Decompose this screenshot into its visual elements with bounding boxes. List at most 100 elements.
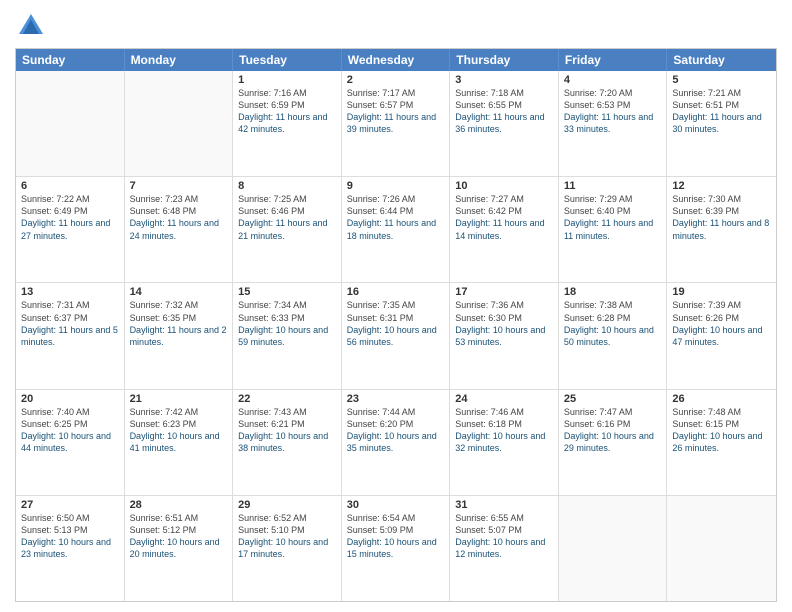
calendar-row: 20Sunrise: 7:40 AMSunset: 6:25 PMDayligh…	[16, 389, 776, 495]
cell-info: Sunrise: 7:25 AMSunset: 6:46 PMDaylight:…	[238, 193, 336, 242]
day-number: 8	[238, 180, 336, 192]
calendar-cell: 29Sunrise: 6:52 AMSunset: 5:10 PMDayligh…	[233, 496, 342, 601]
logo-icon	[15, 10, 47, 42]
day-number: 7	[130, 180, 228, 192]
cell-info: Sunrise: 7:30 AMSunset: 6:39 PMDaylight:…	[672, 193, 771, 242]
day-number: 15	[238, 286, 336, 298]
calendar-cell: 21Sunrise: 7:42 AMSunset: 6:23 PMDayligh…	[125, 390, 234, 495]
cell-info: Sunrise: 6:54 AMSunset: 5:09 PMDaylight:…	[347, 512, 445, 561]
calendar-header-cell: Sunday	[16, 49, 125, 71]
calendar: SundayMondayTuesdayWednesdayThursdayFrid…	[15, 48, 777, 602]
cell-info: Sunrise: 6:55 AMSunset: 5:07 PMDaylight:…	[455, 512, 553, 561]
calendar-cell	[16, 71, 125, 176]
cell-info: Sunrise: 7:47 AMSunset: 6:16 PMDaylight:…	[564, 406, 662, 455]
calendar-header-cell: Tuesday	[233, 49, 342, 71]
day-number: 2	[347, 74, 445, 86]
cell-info: Sunrise: 7:46 AMSunset: 6:18 PMDaylight:…	[455, 406, 553, 455]
calendar-cell: 17Sunrise: 7:36 AMSunset: 6:30 PMDayligh…	[450, 283, 559, 388]
calendar-cell: 1Sunrise: 7:16 AMSunset: 6:59 PMDaylight…	[233, 71, 342, 176]
cell-info: Sunrise: 7:16 AMSunset: 6:59 PMDaylight:…	[238, 87, 336, 136]
calendar-row: 1Sunrise: 7:16 AMSunset: 6:59 PMDaylight…	[16, 71, 776, 176]
day-number: 3	[455, 74, 553, 86]
day-number: 28	[130, 499, 228, 511]
day-number: 5	[672, 74, 771, 86]
cell-info: Sunrise: 7:40 AMSunset: 6:25 PMDaylight:…	[21, 406, 119, 455]
calendar-header-cell: Friday	[559, 49, 668, 71]
calendar-cell	[559, 496, 668, 601]
calendar-cell: 18Sunrise: 7:38 AMSunset: 6:28 PMDayligh…	[559, 283, 668, 388]
cell-info: Sunrise: 7:31 AMSunset: 6:37 PMDaylight:…	[21, 299, 119, 348]
calendar-cell	[125, 71, 234, 176]
cell-info: Sunrise: 7:43 AMSunset: 6:21 PMDaylight:…	[238, 406, 336, 455]
cell-info: Sunrise: 7:36 AMSunset: 6:30 PMDaylight:…	[455, 299, 553, 348]
calendar-cell: 23Sunrise: 7:44 AMSunset: 6:20 PMDayligh…	[342, 390, 451, 495]
day-number: 25	[564, 393, 662, 405]
calendar-cell: 12Sunrise: 7:30 AMSunset: 6:39 PMDayligh…	[667, 177, 776, 282]
day-number: 26	[672, 393, 771, 405]
day-number: 20	[21, 393, 119, 405]
logo	[15, 10, 51, 42]
cell-info: Sunrise: 7:38 AMSunset: 6:28 PMDaylight:…	[564, 299, 662, 348]
calendar-cell: 14Sunrise: 7:32 AMSunset: 6:35 PMDayligh…	[125, 283, 234, 388]
day-number: 21	[130, 393, 228, 405]
calendar-row: 6Sunrise: 7:22 AMSunset: 6:49 PMDaylight…	[16, 176, 776, 282]
day-number: 12	[672, 180, 771, 192]
calendar-cell: 25Sunrise: 7:47 AMSunset: 6:16 PMDayligh…	[559, 390, 668, 495]
cell-info: Sunrise: 7:23 AMSunset: 6:48 PMDaylight:…	[130, 193, 228, 242]
cell-info: Sunrise: 7:27 AMSunset: 6:42 PMDaylight:…	[455, 193, 553, 242]
calendar-cell: 2Sunrise: 7:17 AMSunset: 6:57 PMDaylight…	[342, 71, 451, 176]
calendar-cell: 30Sunrise: 6:54 AMSunset: 5:09 PMDayligh…	[342, 496, 451, 601]
cell-info: Sunrise: 7:20 AMSunset: 6:53 PMDaylight:…	[564, 87, 662, 136]
calendar-cell: 27Sunrise: 6:50 AMSunset: 5:13 PMDayligh…	[16, 496, 125, 601]
calendar-cell: 8Sunrise: 7:25 AMSunset: 6:46 PMDaylight…	[233, 177, 342, 282]
cell-info: Sunrise: 6:52 AMSunset: 5:10 PMDaylight:…	[238, 512, 336, 561]
calendar-cell: 5Sunrise: 7:21 AMSunset: 6:51 PMDaylight…	[667, 71, 776, 176]
cell-info: Sunrise: 7:44 AMSunset: 6:20 PMDaylight:…	[347, 406, 445, 455]
day-number: 14	[130, 286, 228, 298]
cell-info: Sunrise: 7:18 AMSunset: 6:55 PMDaylight:…	[455, 87, 553, 136]
calendar-header-cell: Saturday	[667, 49, 776, 71]
calendar-cell: 7Sunrise: 7:23 AMSunset: 6:48 PMDaylight…	[125, 177, 234, 282]
calendar-cell: 19Sunrise: 7:39 AMSunset: 6:26 PMDayligh…	[667, 283, 776, 388]
header	[15, 10, 777, 42]
calendar-cell	[667, 496, 776, 601]
calendar-header-cell: Thursday	[450, 49, 559, 71]
day-number: 6	[21, 180, 119, 192]
calendar-cell: 11Sunrise: 7:29 AMSunset: 6:40 PMDayligh…	[559, 177, 668, 282]
cell-info: Sunrise: 7:39 AMSunset: 6:26 PMDaylight:…	[672, 299, 771, 348]
day-number: 30	[347, 499, 445, 511]
cell-info: Sunrise: 7:34 AMSunset: 6:33 PMDaylight:…	[238, 299, 336, 348]
day-number: 24	[455, 393, 553, 405]
calendar-row: 27Sunrise: 6:50 AMSunset: 5:13 PMDayligh…	[16, 495, 776, 601]
cell-info: Sunrise: 7:17 AMSunset: 6:57 PMDaylight:…	[347, 87, 445, 136]
calendar-cell: 31Sunrise: 6:55 AMSunset: 5:07 PMDayligh…	[450, 496, 559, 601]
calendar-header-cell: Monday	[125, 49, 234, 71]
day-number: 31	[455, 499, 553, 511]
calendar-header: SundayMondayTuesdayWednesdayThursdayFrid…	[16, 49, 776, 71]
day-number: 22	[238, 393, 336, 405]
day-number: 18	[564, 286, 662, 298]
cell-info: Sunrise: 7:21 AMSunset: 6:51 PMDaylight:…	[672, 87, 771, 136]
calendar-cell: 26Sunrise: 7:48 AMSunset: 6:15 PMDayligh…	[667, 390, 776, 495]
calendar-cell: 4Sunrise: 7:20 AMSunset: 6:53 PMDaylight…	[559, 71, 668, 176]
day-number: 4	[564, 74, 662, 86]
day-number: 9	[347, 180, 445, 192]
calendar-cell: 3Sunrise: 7:18 AMSunset: 6:55 PMDaylight…	[450, 71, 559, 176]
calendar-cell: 20Sunrise: 7:40 AMSunset: 6:25 PMDayligh…	[16, 390, 125, 495]
calendar-cell: 9Sunrise: 7:26 AMSunset: 6:44 PMDaylight…	[342, 177, 451, 282]
day-number: 29	[238, 499, 336, 511]
cell-info: Sunrise: 7:32 AMSunset: 6:35 PMDaylight:…	[130, 299, 228, 348]
day-number: 13	[21, 286, 119, 298]
cell-info: Sunrise: 7:42 AMSunset: 6:23 PMDaylight:…	[130, 406, 228, 455]
calendar-cell: 24Sunrise: 7:46 AMSunset: 6:18 PMDayligh…	[450, 390, 559, 495]
calendar-cell: 6Sunrise: 7:22 AMSunset: 6:49 PMDaylight…	[16, 177, 125, 282]
cell-info: Sunrise: 7:26 AMSunset: 6:44 PMDaylight:…	[347, 193, 445, 242]
calendar-cell: 10Sunrise: 7:27 AMSunset: 6:42 PMDayligh…	[450, 177, 559, 282]
day-number: 11	[564, 180, 662, 192]
calendar-cell: 22Sunrise: 7:43 AMSunset: 6:21 PMDayligh…	[233, 390, 342, 495]
cell-info: Sunrise: 6:51 AMSunset: 5:12 PMDaylight:…	[130, 512, 228, 561]
day-number: 19	[672, 286, 771, 298]
day-number: 17	[455, 286, 553, 298]
cell-info: Sunrise: 7:29 AMSunset: 6:40 PMDaylight:…	[564, 193, 662, 242]
cell-info: Sunrise: 6:50 AMSunset: 5:13 PMDaylight:…	[21, 512, 119, 561]
